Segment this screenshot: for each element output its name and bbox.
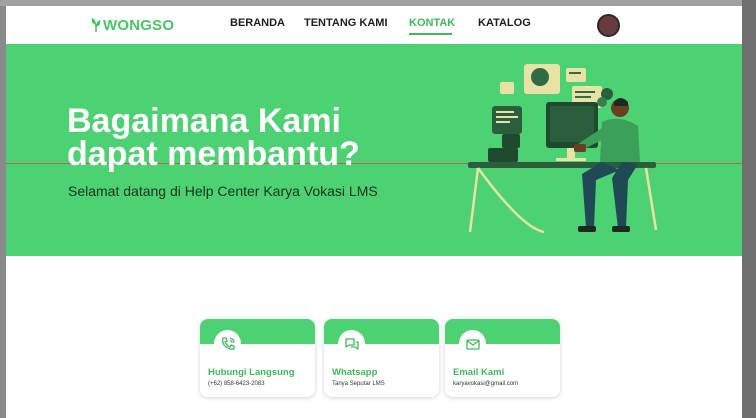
- user-avatar[interactable]: [597, 14, 620, 37]
- mail-icon: [459, 330, 486, 357]
- card-title: Hubungi Langsung: [208, 367, 295, 378]
- contact-card-whatsapp[interactable]: Whatsapp Tanya Seputar LMS: [324, 319, 439, 397]
- hero-section: Bagaimana Kami dapat membantu? Selamat d…: [6, 44, 742, 256]
- nav-kontak[interactable]: KONTAK: [409, 17, 455, 29]
- brand-name: WONGSO: [103, 16, 175, 34]
- logo-leaf-icon: [91, 18, 101, 32]
- help-center-illustration: [468, 64, 658, 234]
- nav-beranda[interactable]: BERANDA: [230, 17, 285, 29]
- page: WONGSO BERANDA TENTANG KAMI KONTAK KATAL…: [6, 6, 742, 418]
- hero-title: Bagaimana Kami dapat membantu?: [67, 102, 360, 173]
- card-title: Email Kami: [453, 367, 505, 378]
- phone-icon: [214, 330, 241, 357]
- brand-logo[interactable]: WONGSO: [90, 15, 174, 35]
- contact-card-email[interactable]: Email Kami karyavokasi@gmail.com: [445, 319, 560, 397]
- card-description: Tanya Seputar LMS: [332, 381, 385, 387]
- chat-icon: [338, 330, 365, 357]
- navbar: WONGSO BERANDA TENTANG KAMI KONTAK KATAL…: [6, 6, 742, 44]
- nav-tentang-kami[interactable]: TENTANG KAMI: [304, 17, 388, 29]
- nav-active-indicator: [409, 33, 452, 35]
- nav-katalog[interactable]: KATALOG: [478, 17, 531, 29]
- contact-card-phone[interactable]: Hubungi Langsung (+62) 858-6423-2083: [200, 319, 315, 397]
- scrollbar[interactable]: [742, 0, 756, 418]
- card-title: Whatsapp: [332, 367, 378, 378]
- card-description: (+62) 858-6423-2083: [208, 381, 265, 387]
- hero-subtitle: Selamat datang di Help Center Karya Voka…: [68, 183, 378, 199]
- card-description: karyavokasi@gmail.com: [453, 381, 519, 387]
